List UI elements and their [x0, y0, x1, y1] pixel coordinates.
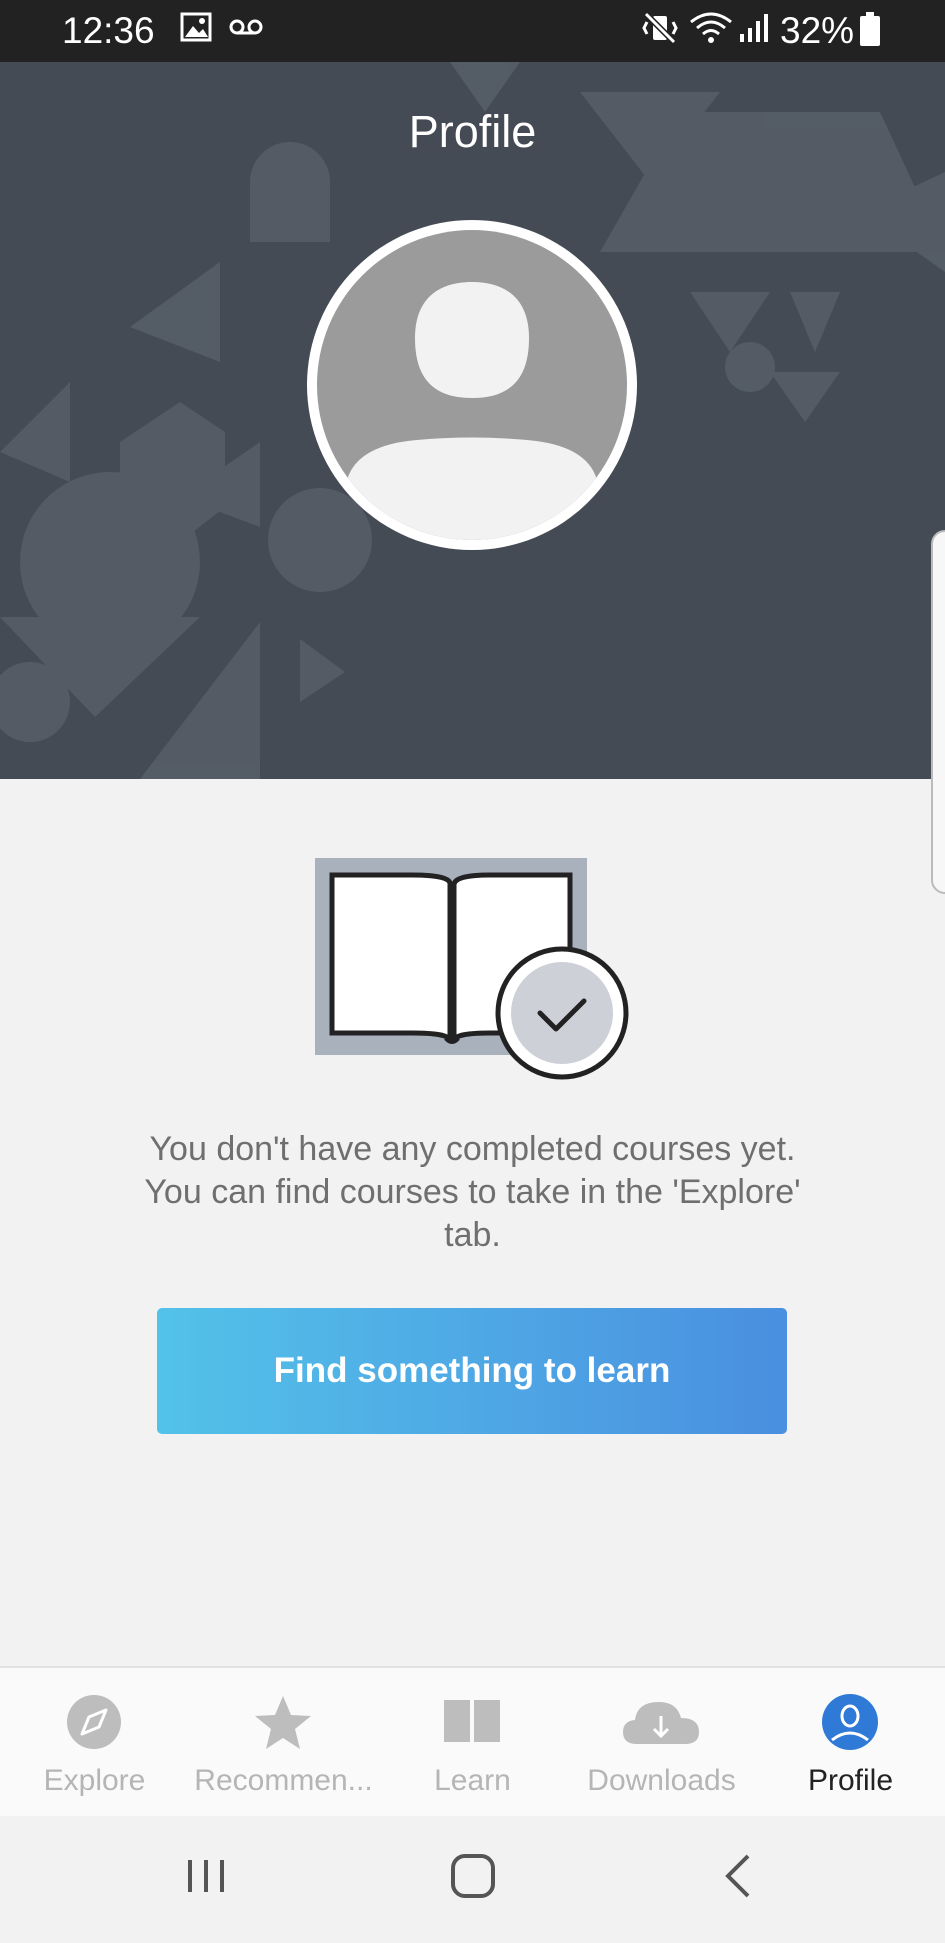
bottom-navigation: Explore Recommen... Learn Downloads Prof… [0, 1666, 945, 1818]
battery-percent: 32% [780, 10, 855, 51]
nav-item-explore[interactable]: Explore [0, 1668, 189, 1818]
page-title: Profile [408, 106, 537, 157]
nav-label-downloads: Downloads [587, 1764, 736, 1797]
signal-icon [736, 10, 772, 51]
nav-label-profile: Profile [807, 1764, 894, 1797]
default-avatar-icon [317, 230, 627, 540]
nav-label-recommended: Recommen... [194, 1764, 373, 1797]
profile-header: Profile [0, 62, 945, 779]
back-icon[interactable] [718, 1836, 758, 1921]
completed-book-illustration-icon [315, 858, 629, 1080]
system-navigation-bar [0, 1816, 945, 1943]
nav-item-profile[interactable]: Profile [756, 1668, 945, 1818]
home-icon[interactable] [448, 1836, 498, 1921]
avatar[interactable] [307, 220, 637, 550]
empty-state-message: You don't have any completed courses yet… [144, 1130, 801, 1254]
book-icon [378, 1692, 567, 1752]
vibrate-mute-icon [642, 10, 678, 51]
voicemail-icon [228, 10, 264, 49]
nav-item-learn[interactable]: Learn [378, 1668, 567, 1818]
image-notification-icon [180, 10, 212, 49]
edge-panel-handle[interactable] [931, 530, 945, 894]
nav-item-downloads[interactable]: Downloads [567, 1668, 756, 1818]
battery-icon [858, 10, 882, 53]
nav-label-explore: Explore [43, 1764, 146, 1797]
compass-icon [0, 1692, 189, 1752]
status-time: 12:36 [62, 10, 155, 51]
recent-apps-icon[interactable] [182, 1836, 232, 1921]
profile-icon [756, 1692, 945, 1752]
star-icon [189, 1692, 378, 1752]
status-bar: 12:36 32% [0, 0, 945, 62]
cloud-download-icon [567, 1692, 756, 1752]
wifi-icon [688, 10, 734, 51]
nav-item-recommended[interactable]: Recommen... [189, 1668, 378, 1818]
nav-label-learn: Learn [434, 1764, 511, 1797]
find-something-to-learn-button[interactable]: Find something to learn [157, 1308, 787, 1434]
